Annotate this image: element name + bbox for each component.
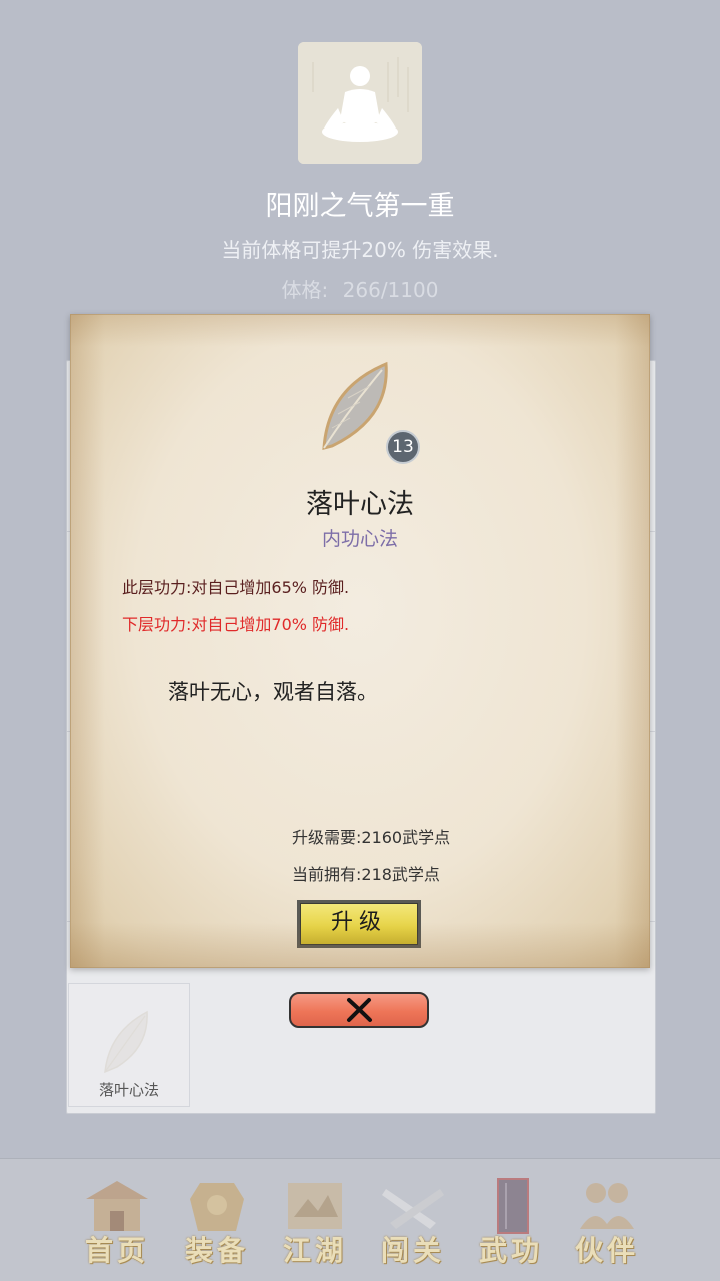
nav-home[interactable]: 首页 xyxy=(62,1167,172,1273)
current-points: 当前拥有:218武学点 xyxy=(292,865,440,884)
meditation-avatar-icon xyxy=(298,42,422,164)
skill-slot-label: 落叶心法 xyxy=(98,1081,159,1099)
close-icon xyxy=(347,998,372,1022)
current-level-effect: 此层功力:对自己增加65% 防御. xyxy=(122,578,350,597)
skill-level-badge: 13 xyxy=(386,430,420,464)
skill-type: 内功心法 xyxy=(321,528,398,550)
nav-label: 闯关 xyxy=(380,1234,445,1267)
nav-label: 武功 xyxy=(478,1234,543,1267)
constitution-stat: 体格: 266/1100 xyxy=(0,274,720,303)
nav-equipment[interactable]: 装备 xyxy=(162,1167,272,1273)
nav-challenge[interactable]: 闯关 xyxy=(358,1167,468,1273)
nav-label: 江湖 xyxy=(282,1234,347,1267)
stat-label: 体格: xyxy=(281,278,329,302)
realm-title: 阳刚之气第一重 xyxy=(265,191,455,222)
skill-slot-luoye[interactable]: 落叶心法 xyxy=(68,983,190,1107)
skill-name: 落叶心法 xyxy=(306,489,414,520)
nav-martial-arts[interactable]: 武功 xyxy=(456,1167,566,1273)
realm-header: 阳刚之气第一重 当前体格可提升20% 伤害效果. 体格: 266/1100 xyxy=(0,0,720,320)
nav-label: 装备 xyxy=(184,1234,249,1267)
next-level-effect: 下层功力:对自己增加70% 防御. xyxy=(122,615,350,634)
skill-detail-popup: 13 落叶心法 内功心法 此层功力:对自己增加65% 防御. 下层功力:对自己增… xyxy=(70,314,650,968)
nav-label: 首页 xyxy=(84,1234,149,1267)
close-button[interactable] xyxy=(289,992,429,1028)
nav-jianghu[interactable]: 江湖 xyxy=(260,1167,370,1273)
upgrade-cost: 升级需要:2160武学点 xyxy=(292,828,451,847)
upgrade-button[interactable]: 升级 xyxy=(297,900,421,948)
skill-flavor-text: 落叶无心，观者自落。 xyxy=(168,680,378,704)
bottom-nav: 首页 装备 江湖 闯关 武功 伙伴 xyxy=(0,1158,720,1281)
nav-partners[interactable]: 伙伴 xyxy=(552,1167,662,1273)
upgrade-button-label: 升级 xyxy=(300,903,418,945)
stat-value: 266/1100 xyxy=(342,278,439,302)
realm-description: 当前体格可提升20% 伤害效果. xyxy=(221,238,499,262)
nav-label: 伙伴 xyxy=(574,1234,639,1267)
leaf-icon xyxy=(104,1010,148,1074)
